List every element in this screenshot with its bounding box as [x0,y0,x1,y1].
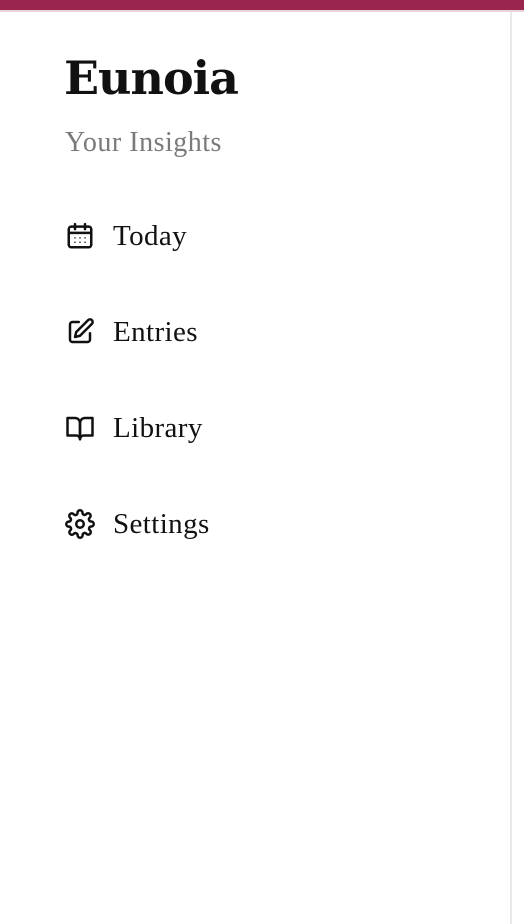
edit-icon [64,316,96,348]
app-subtitle: Your Insights [65,127,222,158]
sidebar-item-label: Library [113,412,203,444]
sidebar-item-entries[interactable]: Entries [64,310,484,354]
main-content-edge [512,12,524,924]
sidebar-nav: Today Entries Library Settings [64,214,484,598]
sidebar-item-label: Entries [113,316,198,348]
sidebar-item-label: Today [113,220,188,252]
sidebar-item-library[interactable]: Library [64,406,484,450]
book-open-icon [64,412,96,444]
app-title: Eunoia [64,51,239,105]
sidebar-item-today[interactable]: Today [64,214,484,258]
calendar-icon [64,220,96,252]
top-accent-bar [0,0,524,10]
sidebar-item-label: Settings [113,508,210,540]
sidebar-item-settings[interactable]: Settings [64,502,484,546]
gear-icon [64,508,96,540]
